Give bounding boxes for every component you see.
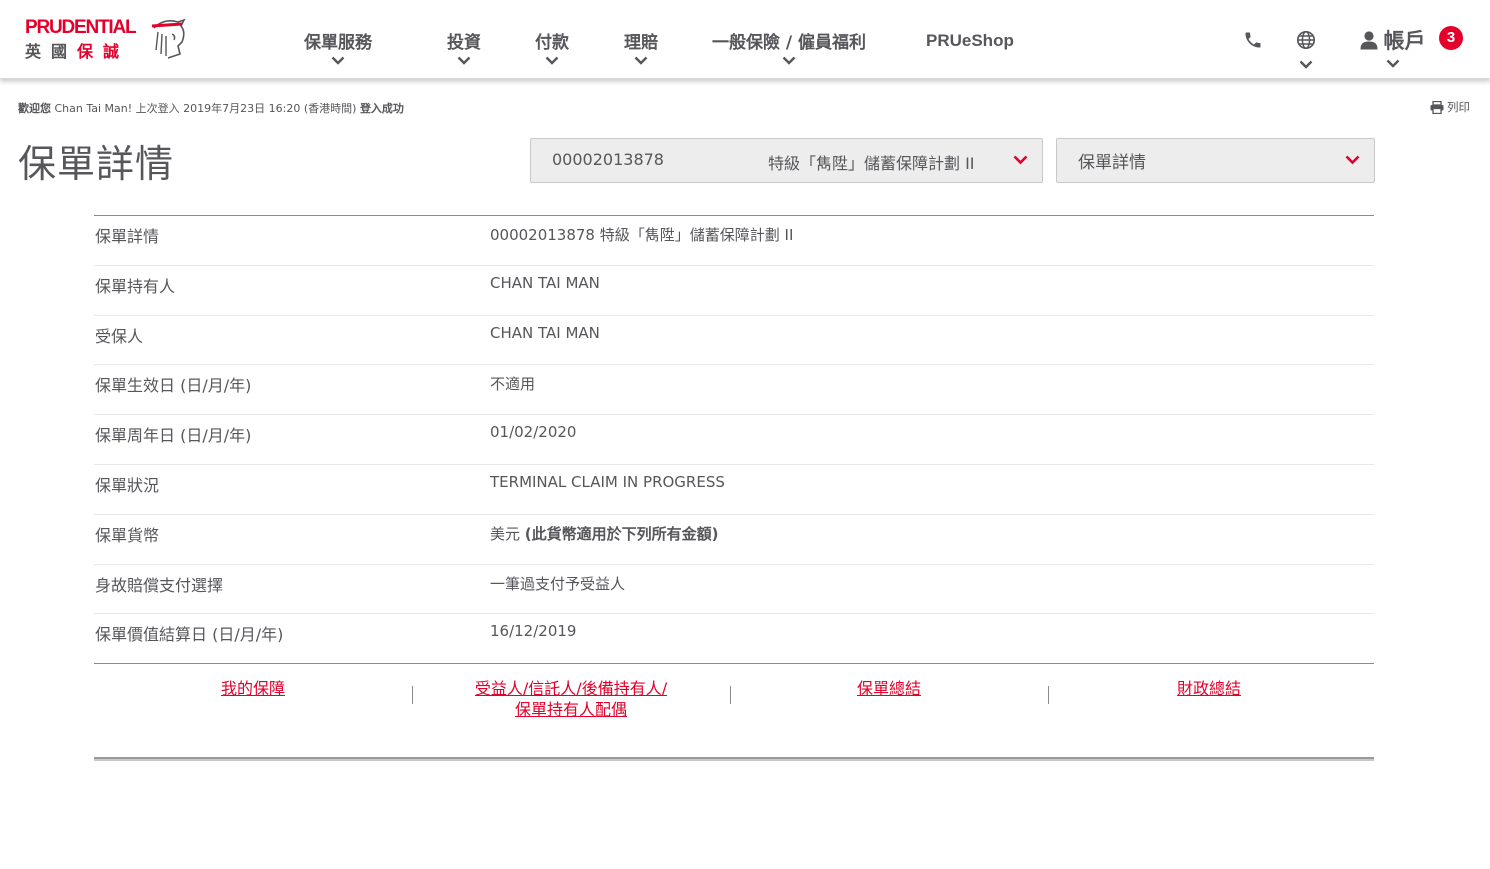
chevron-down-icon bbox=[1013, 155, 1028, 165]
beneficiary-link[interactable]: 受益人/信託人/後備持有人/保單持有人配偶 bbox=[412, 678, 730, 720]
table-row: 身故賠償支付選擇 一筆過支付予受益人 bbox=[94, 565, 1374, 615]
row-value: 美元 (此貨幣適用於下列所有金額) bbox=[490, 524, 719, 543]
nav-investment[interactable]: 投資 bbox=[447, 28, 481, 65]
bottom-divider bbox=[94, 757, 1374, 761]
logo-wordmark: PRUDENTIAL bbox=[25, 17, 137, 38]
chevron-down-icon bbox=[634, 56, 648, 65]
phone-icon bbox=[1245, 32, 1261, 48]
row-value: CHAN TAI MAN bbox=[490, 323, 600, 342]
currency-note: (此貨幣適用於下列所有金額) bbox=[524, 524, 719, 543]
printer-icon bbox=[1430, 100, 1444, 115]
row-value: TERMINAL CLAIM IN PROGRESS bbox=[490, 472, 725, 491]
chevron-down-icon bbox=[457, 56, 471, 65]
row-label: 保單貨幣 bbox=[95, 525, 160, 545]
notification-badge[interactable]: 3 bbox=[1439, 26, 1463, 50]
top-header: PRUDENTIAL 英國保誠 保單服務 投資 付款 理賠 一般保險 / 僱員福… bbox=[0, 0, 1490, 79]
row-label: 保單價值結算日 (日/月/年) bbox=[95, 625, 284, 645]
globe-icon bbox=[1296, 30, 1316, 50]
account-menu[interactable]: 帳戶 bbox=[1357, 25, 1429, 68]
welcome-message: 歡迎您 Chan Tai Man! 上次登入 2019年7月23日 16:20 … bbox=[18, 102, 404, 115]
row-label: 身故賠償支付選擇 bbox=[95, 575, 224, 595]
row-label: 保單生效日 (日/月/年) bbox=[95, 376, 252, 396]
nav-policy-services[interactable]: 保單服務 bbox=[304, 28, 372, 65]
policy-number: 00002013878 bbox=[552, 150, 664, 169]
row-value: 不適用 bbox=[490, 375, 536, 394]
user-icon bbox=[1360, 31, 1378, 50]
table-row: 保單周年日 (日/月/年) 01/02/2020 bbox=[94, 415, 1374, 465]
section-links: 我的保障 受益人/信託人/後備持有人/保單持有人配偶 保單總結 財政總結 bbox=[94, 678, 1374, 728]
table-row: 保單價值結算日 (日/月/年) 16/12/2019 bbox=[94, 614, 1374, 665]
policy-plan-name: 特級「雋陞」儲蓄保障計劃 II bbox=[768, 154, 975, 173]
chevron-down-icon bbox=[1299, 60, 1313, 69]
view-select[interactable]: 保單詳情 bbox=[1056, 138, 1375, 183]
table-row: 保單貨幣 美元 (此貨幣適用於下列所有金額) bbox=[94, 515, 1374, 565]
row-label: 保單狀況 bbox=[95, 475, 160, 495]
row-label: 保單周年日 (日/月/年) bbox=[95, 426, 252, 446]
table-row: 受保人 CHAN TAI MAN bbox=[94, 316, 1374, 366]
page-title: 保單詳情 bbox=[18, 142, 175, 186]
row-value: 00002013878 特級「雋陞」儲蓄保障計劃 II bbox=[490, 226, 794, 244]
phone-button[interactable] bbox=[1243, 30, 1263, 54]
account-label: 帳戶 bbox=[1383, 29, 1426, 53]
row-label: 保單持有人 bbox=[95, 276, 176, 296]
row-label: 受保人 bbox=[95, 326, 144, 346]
logo-chinese: 英國保誠 bbox=[25, 42, 130, 61]
table-row: 保單持有人 CHAN TAI MAN bbox=[94, 266, 1374, 316]
row-label: 保單詳情 bbox=[95, 227, 160, 246]
chevron-down-icon bbox=[1386, 59, 1400, 68]
table-row: 保單狀況 TERMINAL CLAIM IN PROGRESS bbox=[94, 465, 1374, 515]
nav-payment[interactable]: 付款 bbox=[535, 28, 569, 65]
view-select-value: 保單詳情 bbox=[1078, 153, 1146, 173]
chevron-down-icon bbox=[1345, 155, 1360, 165]
print-button[interactable]: 列印 bbox=[1430, 99, 1470, 115]
prudence-lady-icon bbox=[151, 18, 186, 59]
chevron-down-icon bbox=[545, 56, 559, 65]
row-value: 16/12/2019 bbox=[490, 622, 577, 641]
table-row: 保單詳情 00002013878 特級「雋陞」儲蓄保障計劃 II bbox=[94, 216, 1374, 266]
row-value: 一筆過支付予受益人 bbox=[490, 574, 626, 593]
chevron-down-icon bbox=[782, 56, 796, 65]
row-value: 01/02/2020 bbox=[490, 423, 577, 442]
link-divider bbox=[1048, 686, 1049, 704]
nav-general-insurance[interactable]: 一般保險 / 僱員福利 bbox=[712, 28, 866, 65]
language-button[interactable] bbox=[1296, 30, 1316, 69]
prudential-logo[interactable]: PRUDENTIAL 英國保誠 bbox=[24, 16, 194, 62]
financial-summary-link[interactable]: 財政總結 bbox=[1050, 678, 1368, 699]
nav-prueshop[interactable]: PRUeShop bbox=[926, 31, 1014, 51]
chevron-down-icon bbox=[331, 56, 345, 65]
row-value: CHAN TAI MAN bbox=[490, 273, 600, 292]
policy-summary-link[interactable]: 保單總結 bbox=[730, 678, 1048, 699]
table-row: 保單生效日 (日/月/年) 不適用 bbox=[94, 365, 1374, 416]
policy-details-table: 保單詳情 00002013878 特級「雋陞」儲蓄保障計劃 II 保單持有人 C… bbox=[94, 215, 1374, 665]
nav-claims[interactable]: 理賠 bbox=[624, 28, 658, 65]
policy-select[interactable]: 00002013878 特級「雋陞」儲蓄保障計劃 II bbox=[530, 138, 1043, 183]
my-coverage-link[interactable]: 我的保障 bbox=[94, 678, 412, 699]
